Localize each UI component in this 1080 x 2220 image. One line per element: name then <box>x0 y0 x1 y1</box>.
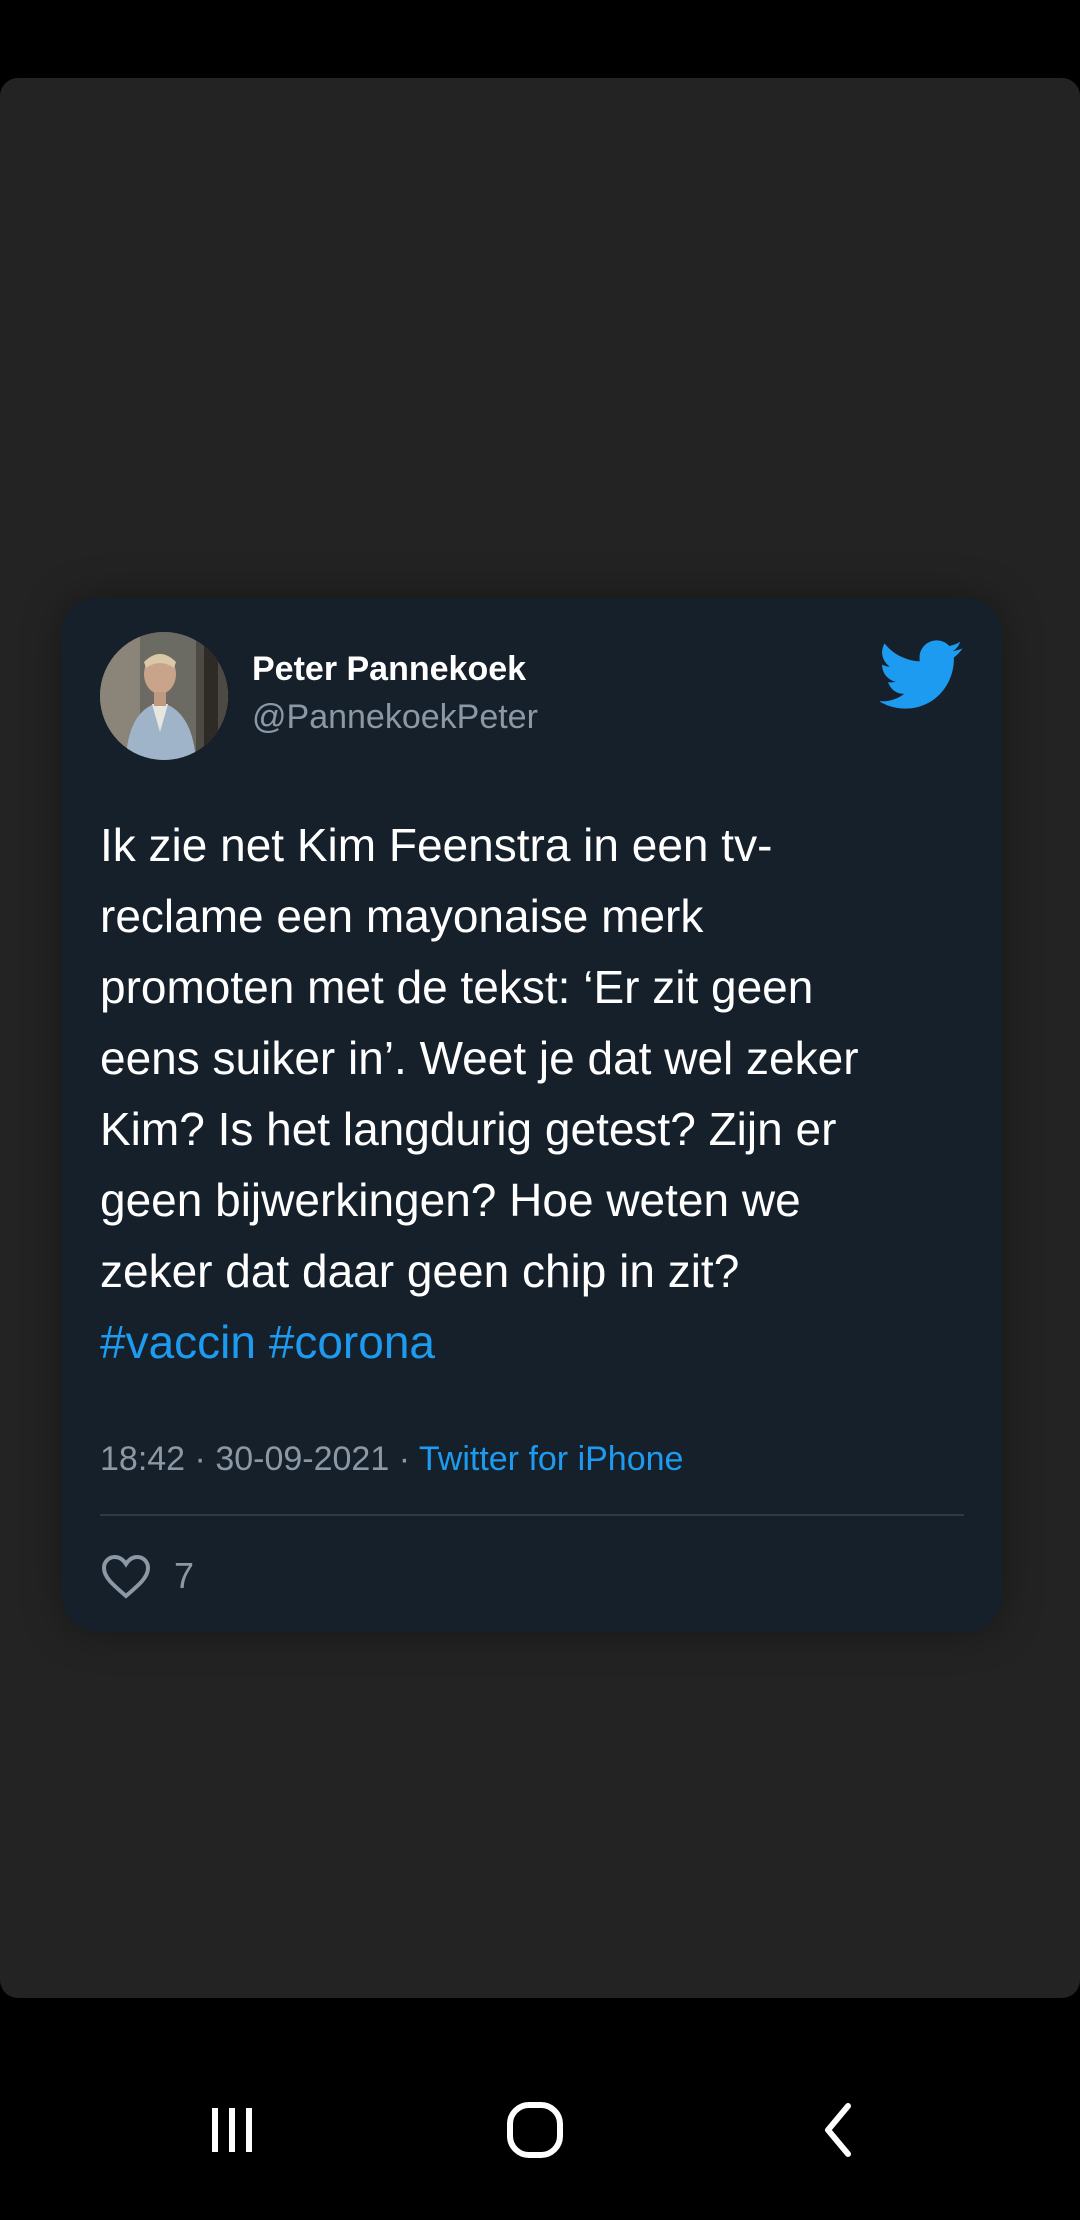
tweet-text: Ik zie net Kim Feenstra in een tv- recla… <box>100 810 980 1378</box>
recent-apps-button[interactable] <box>182 2080 282 2180</box>
tweet-card: Peter Pannekoek @PannekoekPeter Ik zie n… <box>62 598 1002 1632</box>
avatar <box>100 632 228 760</box>
meta-separator: · <box>398 1440 411 1478</box>
author-name[interactable]: Peter Pannekoek <box>252 650 526 689</box>
author-handle[interactable]: @PannekoekPeter <box>252 698 538 737</box>
home-icon <box>507 2102 563 2158</box>
image-viewer: Peter Pannekoek @PannekoekPeter Ik zie n… <box>0 78 1080 1998</box>
tweet-text-line: eens suiker in’. Weet je dat wel zeker <box>100 1032 859 1084</box>
twitter-bird-icon[interactable] <box>880 640 964 710</box>
tweet-text-line: reclame een mayonaise merk <box>100 890 704 942</box>
tweet-text-line: geen bijwerkingen? Hoe weten we <box>100 1174 801 1226</box>
tweet-text-line: zeker dat daar geen chip in zit? <box>100 1245 740 1297</box>
tweet-time: 18:42 <box>100 1440 186 1478</box>
back-button[interactable] <box>788 2080 888 2180</box>
tweet-text-line: promoten met de tekst: ‘Er zit geen <box>100 961 814 1013</box>
back-chevron-icon <box>825 2103 851 2157</box>
system-navigation-bar <box>0 2040 1080 2220</box>
home-button[interactable] <box>485 2080 585 2180</box>
tweet-source-link[interactable]: Twitter for iPhone <box>419 1440 684 1478</box>
hashtag-vaccin[interactable]: #vaccin <box>100 1316 256 1368</box>
hashtag-line: #vaccin #corona <box>100 1307 980 1378</box>
like-button[interactable]: 7 <box>100 1548 194 1604</box>
tweet-text-line: Kim? Is het langdurig getest? Zijn er <box>100 1103 837 1155</box>
tweet-text-line: Ik zie net Kim Feenstra in een tv- <box>100 819 773 871</box>
hashtag-corona[interactable]: #corona <box>269 1316 435 1368</box>
heart-outline-icon <box>101 1554 151 1599</box>
tweet-date: 30-09-2021 <box>215 1440 390 1478</box>
meta-separator: · <box>194 1440 206 1478</box>
like-count: 7 <box>174 1555 195 1596</box>
tweet-meta: 18:42 · 30-09-2021 · Twitter for iPhone <box>100 1440 683 1479</box>
recent-apps-icon <box>212 2108 252 2152</box>
divider <box>100 1514 964 1516</box>
